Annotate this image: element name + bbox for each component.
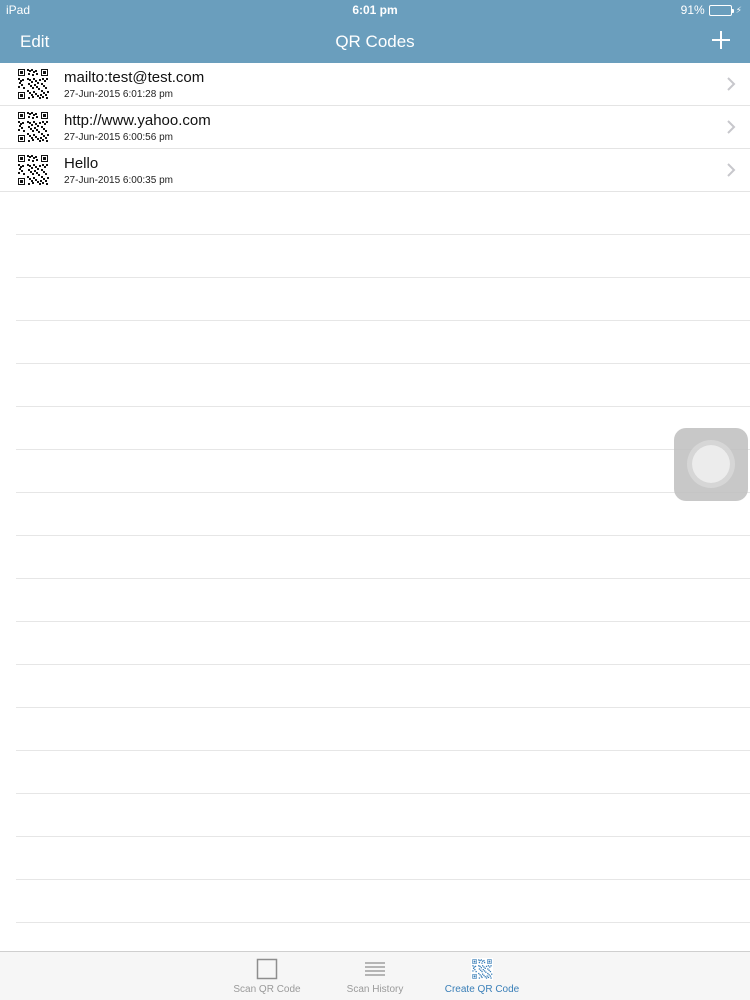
empty-row-separator xyxy=(16,622,750,665)
plus-icon[interactable] xyxy=(710,29,732,51)
item-timestamp: 27-Jun-2015 6:01:28 pm xyxy=(64,89,173,100)
status-bar: iPad 6:01 pm 91% ⚡ xyxy=(0,0,750,20)
tab-create-qr-code[interactable]: Create QR Code xyxy=(432,958,532,995)
status-time: 6:01 pm xyxy=(352,3,398,17)
page-title: QR Codes xyxy=(335,32,415,51)
item-timestamp: 27-Jun-2015 6:00:35 pm xyxy=(64,175,173,186)
battery-percent: 91% xyxy=(680,3,705,17)
tab-bar: Scan QR Code Scan History Create QR Code xyxy=(0,951,750,1000)
empty-row-separator xyxy=(16,837,750,880)
empty-row-separator xyxy=(16,321,750,364)
empty-row-separator xyxy=(16,192,750,235)
item-title: http://www.yahoo.com xyxy=(64,112,211,129)
empty-row-separator xyxy=(16,450,750,493)
empty-row-separator xyxy=(16,364,750,407)
empty-row-separator xyxy=(16,493,750,536)
navigation-bar: Edit QR Codes xyxy=(0,20,750,63)
battery-status: 91% ⚡ xyxy=(681,3,742,17)
square-icon xyxy=(256,958,278,980)
tab-label: Create QR Code xyxy=(444,984,520,995)
empty-row-separator xyxy=(16,880,750,923)
charging-icon: ⚡ xyxy=(735,4,742,15)
chevron-right-icon xyxy=(727,120,736,134)
battery-icon xyxy=(708,4,734,16)
empty-row-separator xyxy=(16,278,750,321)
assistive-touch-icon xyxy=(692,445,730,483)
empty-rows xyxy=(0,192,750,951)
list-item[interactable]: http://www.yahoo.com 27-Jun-2015 6:00:56… xyxy=(0,106,750,149)
qr-code-icon xyxy=(16,110,50,144)
empty-row-separator xyxy=(16,794,750,837)
tab-scan-qr-code[interactable]: Scan QR Code xyxy=(217,958,317,995)
empty-row-separator xyxy=(16,751,750,794)
empty-row-separator xyxy=(16,708,750,751)
item-timestamp: 27-Jun-2015 6:00:56 pm xyxy=(64,132,173,143)
empty-row-separator xyxy=(16,536,750,579)
qr-code-icon xyxy=(16,67,50,101)
empty-row-separator xyxy=(16,235,750,278)
chevron-right-icon xyxy=(727,163,736,177)
tab-label: Scan QR Code xyxy=(233,984,301,995)
empty-row-separator xyxy=(16,407,750,450)
tab-label: Scan History xyxy=(346,984,404,995)
item-title: mailto:test@test.com xyxy=(64,69,205,86)
tab-scan-history[interactable]: Scan History xyxy=(325,958,425,995)
qr-code-icon xyxy=(471,958,493,980)
list-icon xyxy=(365,962,385,976)
empty-row-separator xyxy=(16,923,750,951)
empty-row-separator xyxy=(16,665,750,708)
qr-code-list: mailto:test@test.com 27-Jun-2015 6:01:28… xyxy=(0,63,750,951)
empty-row-separator xyxy=(16,579,750,622)
list-item[interactable]: mailto:test@test.com 27-Jun-2015 6:01:28… xyxy=(0,63,750,106)
chevron-right-icon xyxy=(727,77,736,91)
list-item[interactable]: Hello 27-Jun-2015 6:00:35 pm xyxy=(0,149,750,192)
assistive-touch-button[interactable] xyxy=(674,428,748,501)
item-title: Hello xyxy=(64,155,99,172)
qr-code-icon xyxy=(16,153,50,187)
